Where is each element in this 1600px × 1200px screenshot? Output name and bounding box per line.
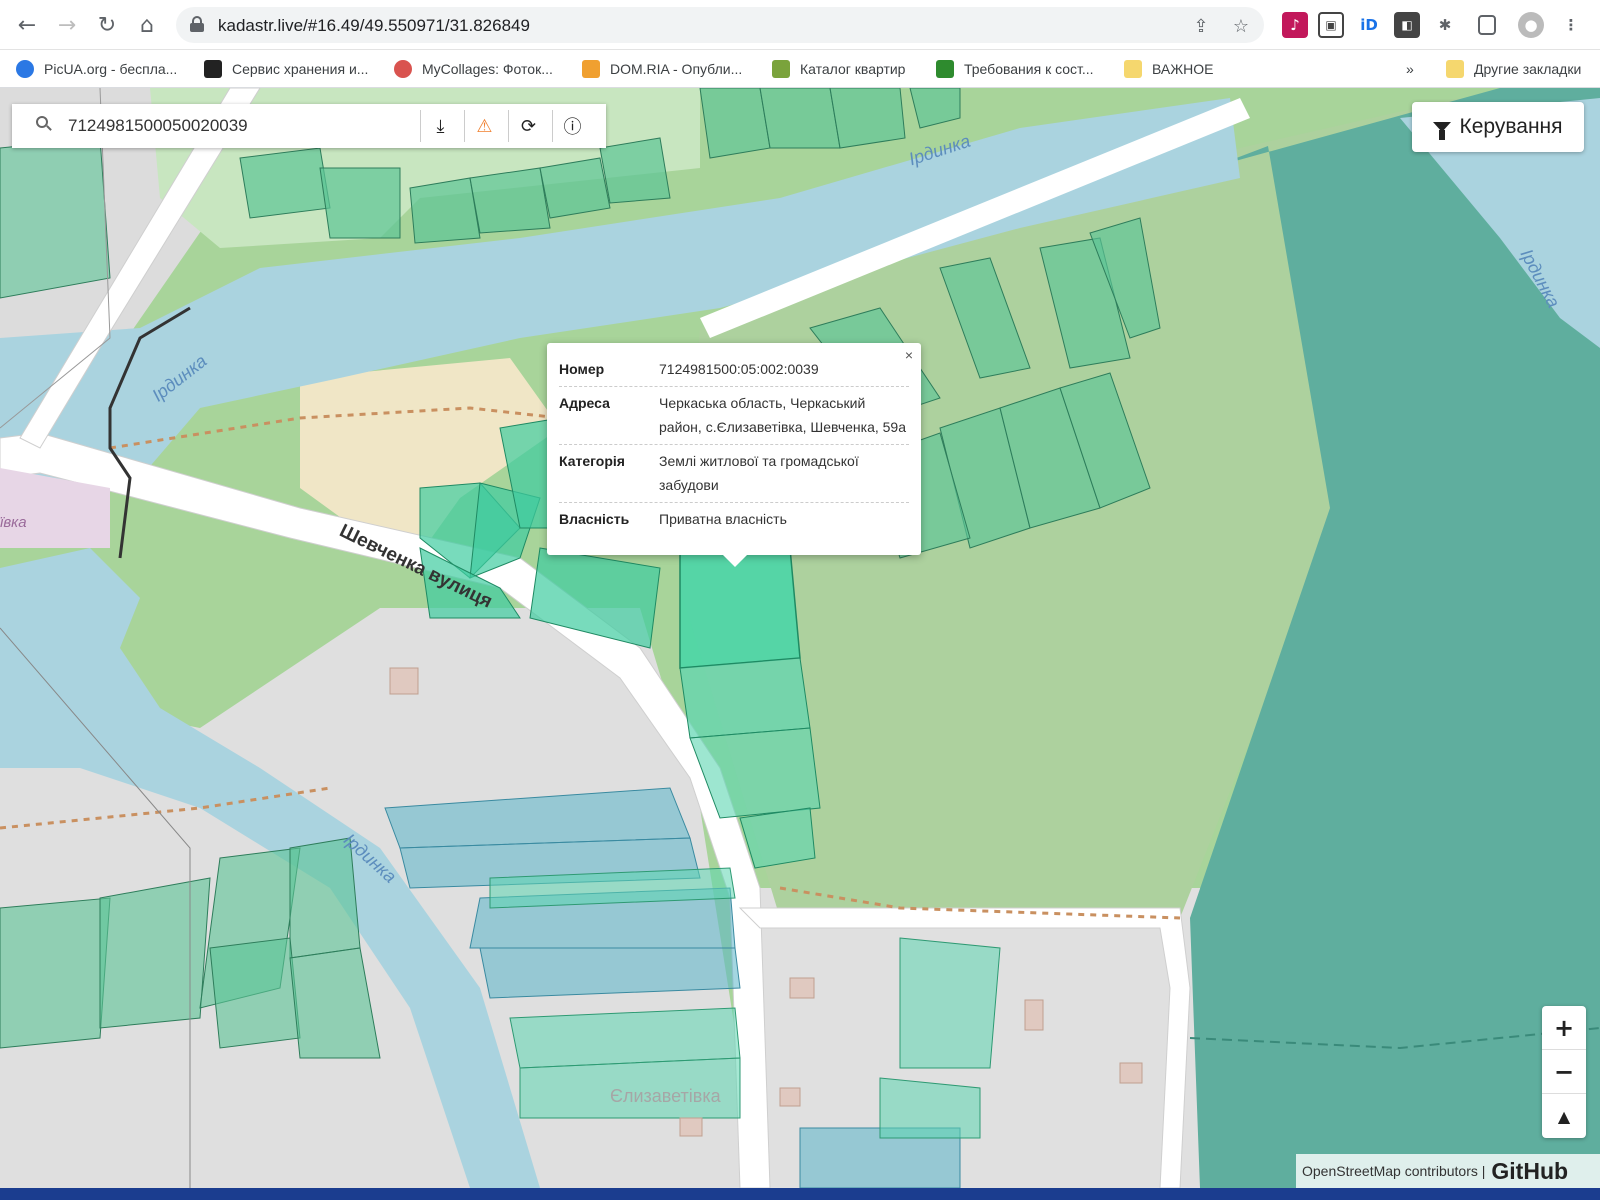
reload-icon[interactable]: ↻: [92, 10, 122, 40]
side-panel-icon[interactable]: [1478, 15, 1496, 35]
globe-icon: [16, 60, 34, 78]
popup-value: Землі житлової та громадської забудови: [659, 453, 859, 493]
extension-music-icon[interactable]: ♪: [1282, 12, 1308, 38]
bookmark-item[interactable]: Каталог квартир: [772, 58, 905, 80]
popup-key: Адреса: [559, 395, 610, 411]
github-link[interactable]: GitHub: [1491, 1158, 1568, 1185]
map-canvas[interactable]: Ірдинка Ірдинка Ірдинка Ірдинка Шевченка…: [0, 88, 1600, 1188]
bookmark-item[interactable]: Сервис хранения и...: [204, 58, 368, 80]
os-taskbar: [0, 1188, 1600, 1200]
extensions-puzzle-icon[interactable]: ✱: [1432, 12, 1458, 38]
parcel-info-popup: × Номер 7124981500:05:002:0039 Адреса Че…: [547, 343, 921, 567]
house-logo-icon: [582, 60, 600, 78]
bookmark-item[interactable]: Требования к сост...: [936, 58, 1094, 80]
popup-row-number: Номер 7124981500:05:002:0039: [559, 353, 909, 387]
popup-value: Приватна власність: [659, 511, 787, 527]
popup-key: Власність: [559, 511, 630, 527]
osm-attribution-link[interactable]: OpenStreetMap contributors |: [1302, 1163, 1485, 1179]
zoom-in-button[interactable]: +: [1542, 1006, 1586, 1050]
zoom-control: + − ▲: [1542, 1006, 1586, 1138]
extension-image-icon[interactable]: ▣: [1318, 12, 1344, 38]
music-note-icon: [936, 60, 954, 78]
other-bookmarks-folder[interactable]: Другие закладки: [1446, 58, 1581, 80]
url-text[interactable]: kadastr.live/#16.49/49.550971/31.826849: [218, 16, 530, 36]
partial-place-label: ївка: [0, 514, 27, 531]
close-icon[interactable]: ×: [905, 347, 913, 363]
popup-value: Черкаська область, Черкаський район, с.Є…: [659, 395, 906, 435]
folder-icon: [1446, 60, 1464, 78]
catalog-icon: [772, 60, 790, 78]
browser-toolbar: ← → ↻ ⌂ kadastr.live/#16.49/49.550971/31…: [0, 0, 1600, 50]
heart-icon: [394, 60, 412, 78]
bookmark-folder[interactable]: ВАЖНОЕ: [1124, 58, 1213, 80]
profile-avatar[interactable]: ●: [1518, 12, 1544, 38]
village-label: Єлизаветівка: [610, 1086, 721, 1106]
bookmarks-overflow-button[interactable]: »: [1406, 58, 1414, 80]
lock-icon[interactable]: [190, 16, 204, 32]
refresh-icon[interactable]: ⟳: [508, 110, 548, 142]
popup-row-address: Адреса Черкаська область, Черкаський рай…: [559, 387, 909, 445]
compass-north-icon[interactable]: ▲: [1542, 1094, 1586, 1138]
menu-kebab-icon[interactable]: ⋮: [1558, 12, 1584, 38]
popup-value: 7124981500:05:002:0039: [659, 361, 819, 377]
filter-icon: [1433, 122, 1452, 140]
share-icon[interactable]: ⇪: [1188, 13, 1214, 39]
controls-button[interactable]: Керування: [1412, 102, 1584, 152]
home-icon[interactable]: ⌂: [132, 10, 162, 40]
bookmark-item[interactable]: PicUA.org - беспла...: [16, 58, 177, 80]
zoom-out-button[interactable]: −: [1542, 1050, 1586, 1094]
map-tiles: [0, 88, 1600, 1188]
folder-icon: [1124, 60, 1142, 78]
map-attribution: OpenStreetMap contributors | GitHub: [1296, 1154, 1600, 1188]
warning-icon[interactable]: ⚠: [464, 110, 504, 142]
bookmark-item[interactable]: DOM.RIA - Опубли...: [582, 58, 742, 80]
popup-row-category: Категорія Землі житлової та громадської …: [559, 445, 909, 503]
extension-id-icon[interactable]: iD: [1356, 12, 1382, 38]
bookmark-star-icon[interactable]: ☆: [1228, 13, 1254, 39]
info-icon[interactable]: ⓘ: [552, 110, 592, 142]
cadastre-number-input[interactable]: [68, 112, 408, 140]
search-icon: [36, 116, 54, 134]
back-arrow-icon[interactable]: ←: [12, 10, 42, 40]
forward-arrow-icon[interactable]: →: [52, 10, 82, 40]
extension-shield-icon[interactable]: ◧: [1394, 12, 1420, 38]
bookmark-item[interactable]: MyCollages: Фоток...: [394, 58, 553, 80]
popup-key: Номер: [559, 361, 605, 377]
popup-row-ownership: Власність Приватна власність: [559, 503, 909, 536]
bookmarks-bar: PicUA.org - беспла... Сервис хранения и.…: [0, 50, 1600, 88]
popup-key: Категорія: [559, 453, 625, 469]
download-icon[interactable]: ⤓: [420, 110, 460, 142]
cloud-icon: [204, 60, 222, 78]
cadastre-search-bar: ⤓ ⚠ ⟳ ⓘ: [12, 104, 606, 148]
address-bar[interactable]: kadastr.live/#16.49/49.550971/31.826849 …: [176, 7, 1264, 43]
